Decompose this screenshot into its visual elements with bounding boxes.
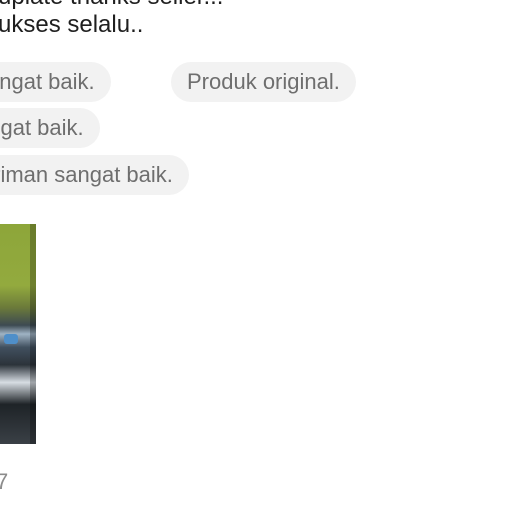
- review-card: upiate thanks seller... ukses selalu.. s…: [0, 0, 525, 525]
- review-photo-thumbnail[interactable]: [0, 224, 36, 444]
- photo-detail: [4, 334, 18, 344]
- review-text: ukses selalu..: [0, 11, 144, 38]
- review-tag: sangat baik.: [0, 62, 111, 102]
- review-meta: 7: [0, 469, 9, 494]
- review-tag-original: Produk original.: [171, 62, 356, 102]
- review-tag-shipping: giriman sangat baik.: [0, 155, 189, 195]
- photo-edge-shade: [30, 224, 36, 444]
- review-tag: angat baik.: [0, 108, 100, 148]
